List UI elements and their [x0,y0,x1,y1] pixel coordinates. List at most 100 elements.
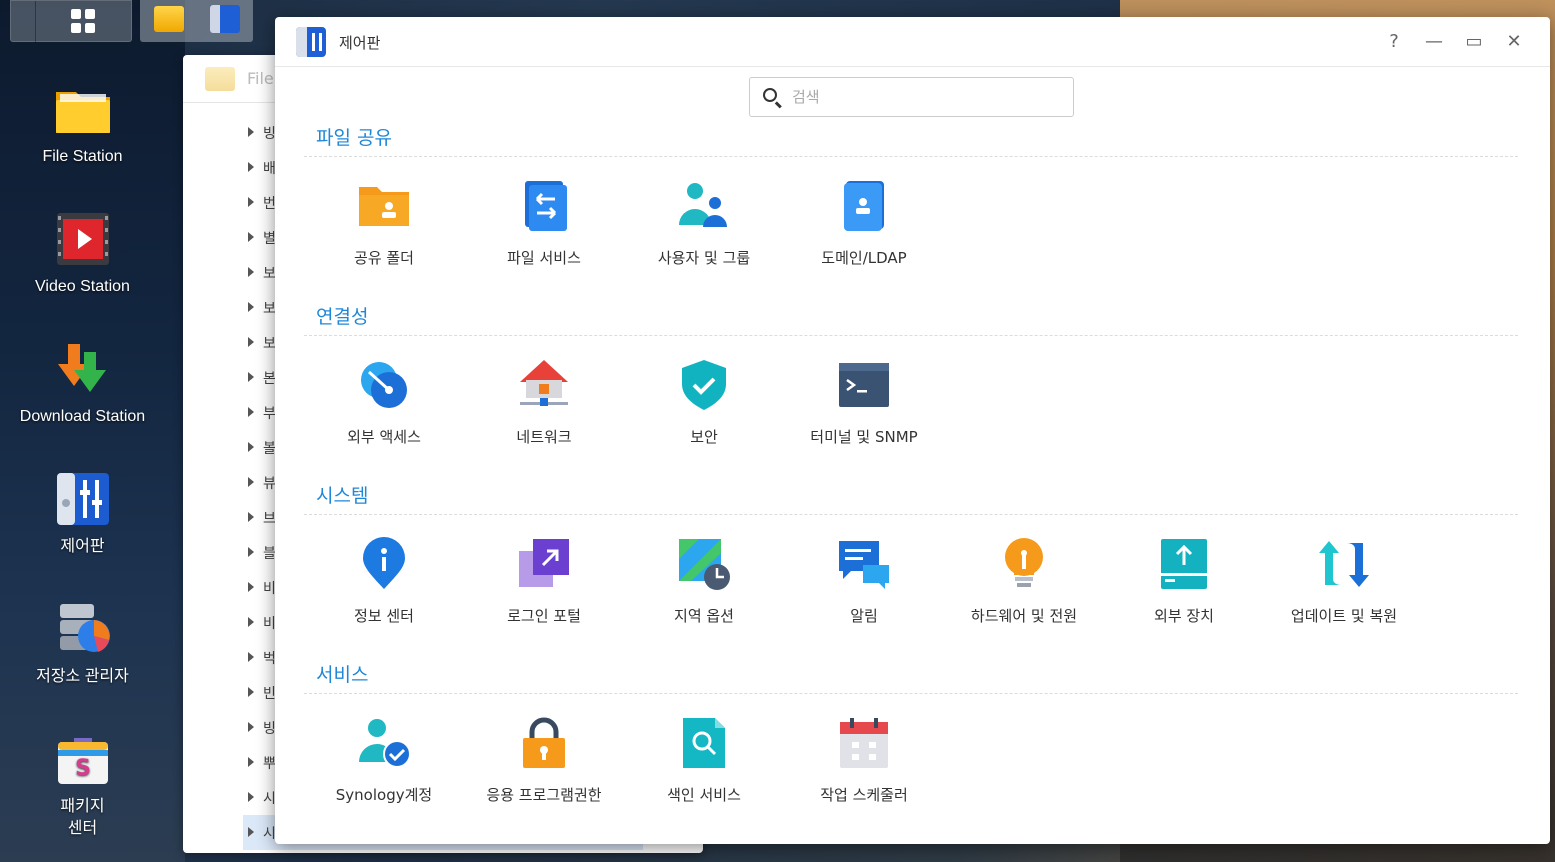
expand-triangle-icon[interactable] [248,407,254,417]
info-center-item[interactable]: 정보 센터 [304,515,464,645]
expand-triangle-icon[interactable] [248,372,254,382]
expand-triangle-icon[interactable] [248,162,254,172]
external-access-icon [357,358,411,412]
close-button[interactable]: ✕ [1502,30,1526,54]
main-menu-button[interactable] [10,0,132,43]
expand-triangle-icon[interactable] [248,652,254,662]
svg-text:S: S [75,756,91,781]
search-input[interactable] [792,86,1062,108]
terminal-icon [837,358,891,412]
tree-row-label: 블 [263,546,276,562]
item-label: 공유 폴더 [354,249,414,267]
expand-triangle-icon[interactable] [248,582,254,592]
indexing-service-item[interactable]: 색인 서비스 [624,694,784,824]
taskbar-running-apps [140,0,253,42]
expand-triangle-icon[interactable] [248,512,254,522]
desktop-storage-manager[interactable]: 저장소 관리자 [0,600,165,688]
desktop-package-center[interactable]: S 패키지 센터 [0,730,165,840]
shared-folder-item[interactable]: 공유 폴더 [304,157,464,287]
shared-folder-icon [357,179,411,233]
download-arrows-icon [54,340,112,398]
desktop-storage-manager-label: 저장소 관리자 [36,668,129,685]
synology-account-item[interactable]: Synology계정 [304,694,464,824]
tree-row-label: 비 [263,581,276,597]
regional-options-item[interactable]: 지역 옵션 [624,515,784,645]
search-box[interactable] [749,77,1074,117]
user-group-icon [677,179,731,233]
expand-triangle-icon[interactable] [248,722,254,732]
maximize-button[interactable]: ▭ [1462,30,1486,54]
item-label: 네트워크 [516,428,572,446]
task-scheduler-item[interactable]: 작업 스케줄러 [784,694,944,824]
security-item[interactable]: 보안 [624,336,784,466]
expand-triangle-icon[interactable] [248,232,254,242]
show-desktop-divider[interactable] [35,1,36,43]
expand-triangle-icon[interactable] [248,127,254,137]
external-device-icon [1157,537,1211,591]
desktop-control-panel-label: 제어판 [60,538,105,555]
domain-ldap-item[interactable]: 도메인/LDAP [784,157,944,287]
external-devices-item[interactable]: 외부 장치 [1104,515,1264,645]
desktop-video-station[interactable]: Video Station [0,210,165,298]
section-title: 연결성 [304,304,1518,336]
expand-triangle-icon[interactable] [248,547,254,557]
tree-row-label: 번 [263,196,276,212]
item-label: 파일 서비스 [507,249,581,267]
folder-icon [205,67,235,91]
tree-row-label: 벅 [263,651,276,667]
padlock-icon [517,716,571,770]
expand-triangle-icon[interactable] [248,267,254,277]
expand-triangle-icon[interactable] [248,302,254,312]
file-services-item[interactable]: 파일 서비스 [464,157,624,287]
terminal-snmp-item[interactable]: 터미널 및 SNMP [784,336,944,466]
item-label: Synology계정 [335,786,433,804]
expand-triangle-icon[interactable] [248,197,254,207]
expand-triangle-icon[interactable] [248,617,254,627]
item-label: 로그인 포털 [507,607,581,625]
domain-ldap-icon [837,179,891,233]
control-panel-window: 제어판 ? — ▭ ✕ 파일 공유 공유 폴더 파일 서비스 [275,17,1550,844]
network-item[interactable]: 네트워크 [464,336,624,466]
item-label: 도메인/LDAP [821,249,907,267]
storage-manager-icon [54,600,112,658]
expand-triangle-icon[interactable] [248,337,254,347]
desktop-control-panel[interactable]: 제어판 [0,470,165,558]
notification-item[interactable]: 알림 [784,515,944,645]
expand-triangle-icon[interactable] [248,687,254,697]
control-panel-taskbar-icon[interactable] [210,5,240,33]
desktop-download-station[interactable]: Download Station [0,340,165,428]
expand-triangle-icon[interactable] [248,477,254,487]
section-file-sharing: 파일 공유 공유 폴더 파일 서비스 사용자 및 그룹 도메인/LDAP [304,125,1518,287]
help-button[interactable]: ? [1382,30,1406,54]
login-portal-item[interactable]: 로그인 포털 [464,515,624,645]
item-label: 알림 [850,607,878,625]
tree-row-label: 비 [263,616,276,632]
expand-triangle-icon[interactable] [248,827,254,837]
file-services-icon [517,179,571,233]
window-title: 제어판 [339,34,381,52]
file-station-title: File [247,69,274,88]
tree-row-label: 볼 [263,441,276,457]
tree-row-label: 본 [263,371,276,387]
minimize-button[interactable]: — [1422,30,1446,54]
regional-options-icon [677,537,731,591]
file-station-taskbar-icon[interactable] [154,6,184,32]
update-restore-item[interactable]: 업데이트 및 복원 [1264,515,1424,645]
tree-row-label: 부 [263,406,276,422]
app-privileges-item[interactable]: 응용 프로그램권한 [464,694,624,824]
expand-triangle-icon[interactable] [248,442,254,452]
section-connectivity: 연결성 외부 액세스 네트워크 보안 터미널 및 SNMP [304,304,1518,466]
section-system: 시스템 정보 센터 로그인 포털 지역 옵션 알림 하드웨어 및 전원 외부 장… [304,483,1518,645]
hardware-power-item[interactable]: 하드웨어 및 전원 [944,515,1104,645]
expand-triangle-icon[interactable] [248,792,254,802]
control-panel-icon [296,27,326,57]
expand-triangle-icon[interactable] [248,757,254,767]
desktop-file-station[interactable]: File Station [0,80,165,168]
control-panel-titlebar[interactable]: 제어판 ? — ▭ ✕ [275,17,1550,67]
desktop-package-center-label: 패키지 [60,798,105,815]
external-access-item[interactable]: 외부 액세스 [304,336,464,466]
user-group-item[interactable]: 사용자 및 그룹 [624,157,784,287]
tree-row-label: 시 [263,826,276,842]
tree-row-label: 빈 [263,686,276,702]
tree-row-label: 보 [263,336,276,352]
